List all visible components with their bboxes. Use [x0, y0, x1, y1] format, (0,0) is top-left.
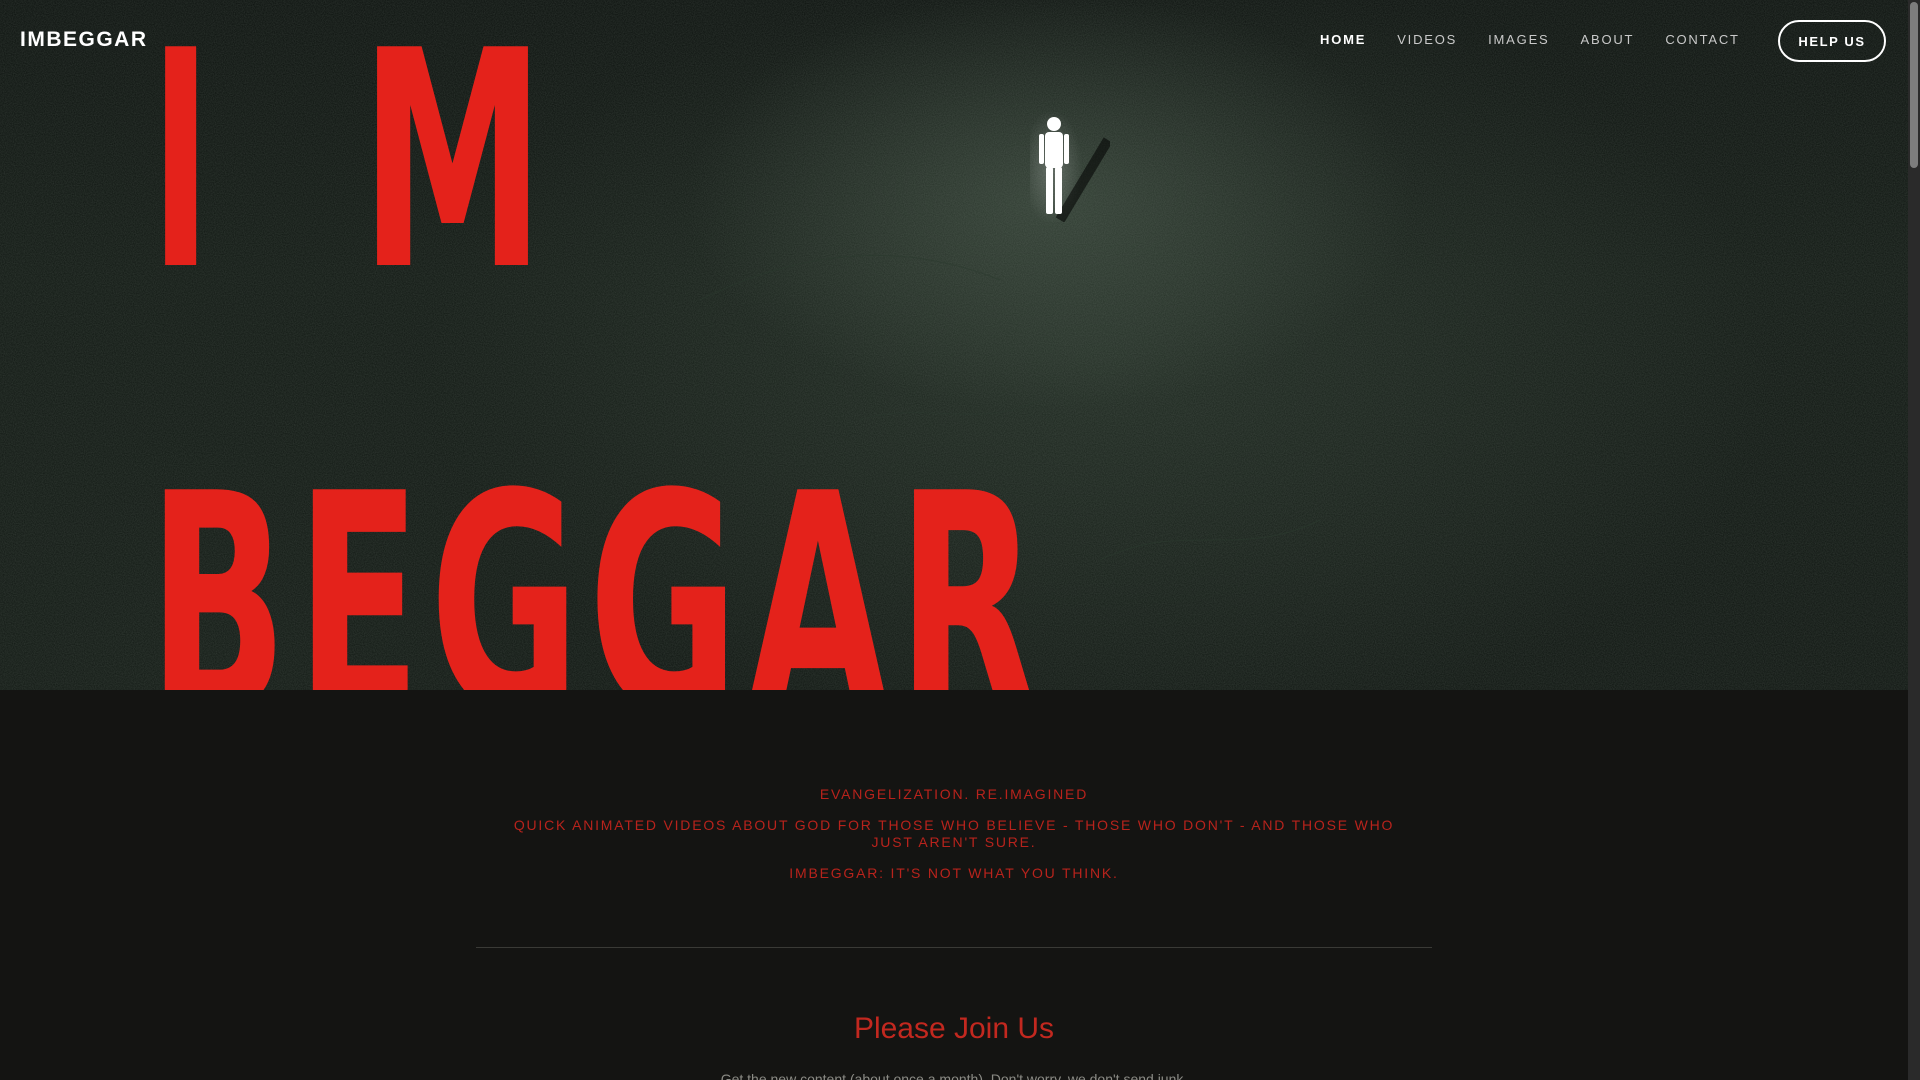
scrollbar-thumb[interactable]: [1910, 2, 1918, 168]
site-logo[interactable]: IMBEGGAR: [20, 28, 148, 52]
help-us-button[interactable]: HELP US: [1778, 20, 1886, 62]
hero-title-beggar: BEGGAR: [148, 430, 1047, 691]
section-divider: [476, 947, 1432, 948]
glowing-human-figure-icon: [1030, 112, 1110, 222]
hero-title-letter-m: M: [360, 0, 546, 336]
nav-images[interactable]: IMAGES: [1488, 32, 1549, 47]
tagline-slogan: IMBEGGAR: IT'S NOT WHAT YOU THINK.: [789, 865, 1119, 881]
signup-title: Please Join Us: [853, 1012, 1055, 1045]
signup-subtitle: Get the new content (about once a month)…: [720, 1071, 1188, 1080]
nav-videos[interactable]: VIDEOS: [1397, 32, 1457, 47]
tagline-evangelization: EVANGELIZATION. RE.IMAGINED: [819, 786, 1089, 802]
intro-section: EVANGELIZATION. RE.IMAGINED QUICK ANIMAT…: [0, 690, 1908, 1080]
hero-section: I M BEGGAR IMBEGGAR HOME VIDEOS IMAGES A…: [0, 0, 1908, 690]
nav-about[interactable]: ABOUT: [1581, 32, 1635, 47]
main-nav: HOME VIDEOS IMAGES ABOUT CONTACT: [1320, 32, 1771, 47]
page: I M BEGGAR IMBEGGAR HOME VIDEOS IMAGES A…: [0, 0, 1908, 1080]
hero-title-letter-i: I: [150, 0, 212, 336]
nav-contact[interactable]: CONTACT: [1665, 32, 1739, 47]
nav-home[interactable]: HOME: [1320, 32, 1366, 47]
tagline-description: QUICK ANIMATED VIDEOS ABOUT GOD FOR THOS…: [513, 817, 1395, 850]
vertical-scrollbar[interactable]: [1908, 0, 1920, 1080]
